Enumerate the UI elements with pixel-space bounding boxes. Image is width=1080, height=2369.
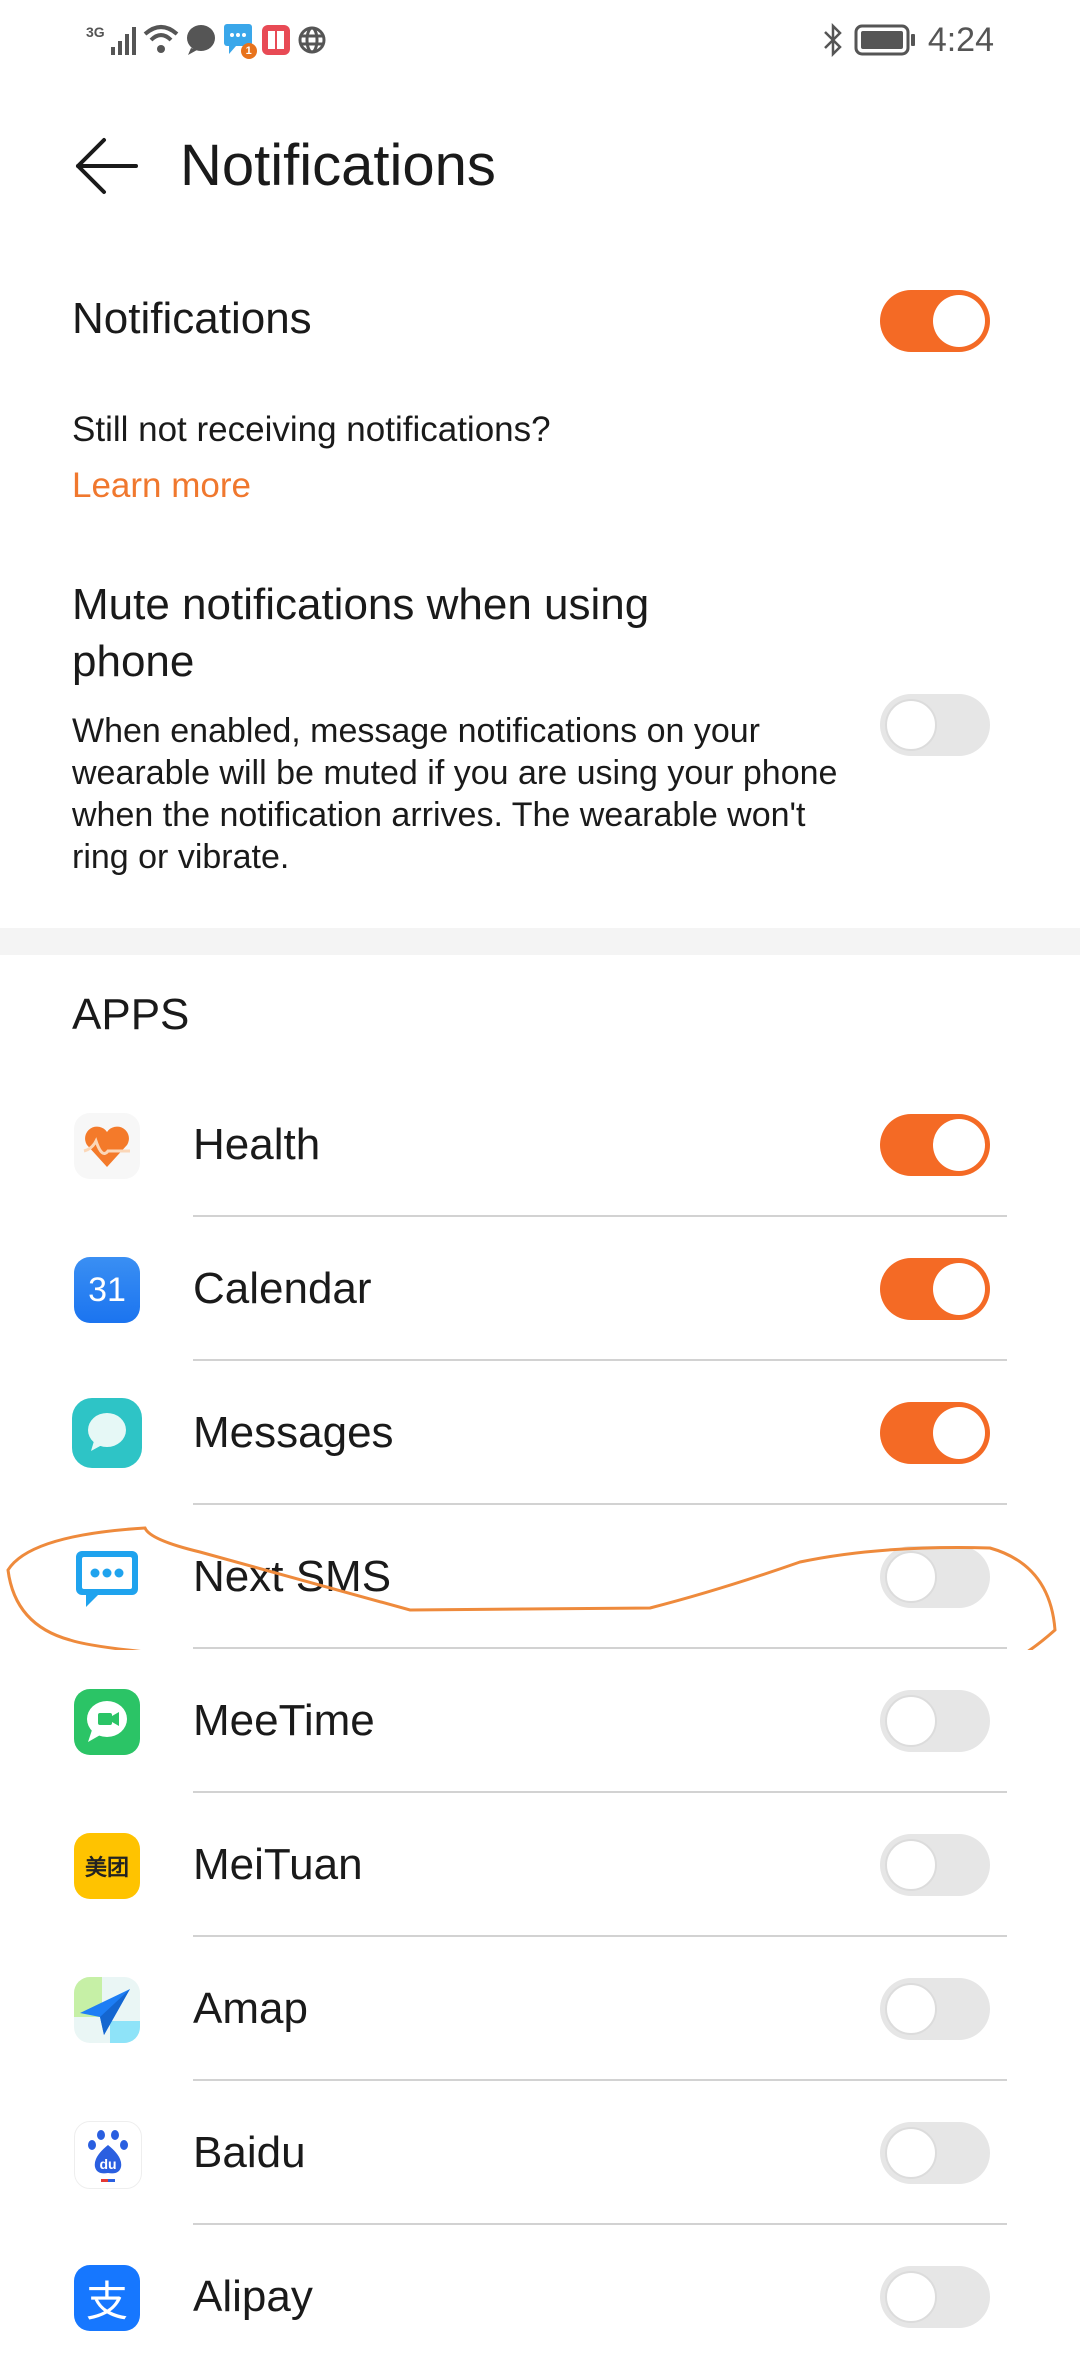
app-name: Calendar <box>193 1264 372 1313</box>
meituan-icon: 美团 <box>74 1833 140 1899</box>
messages-bubble-icon <box>72 1398 142 1468</box>
notification-badge: 1 <box>240 43 257 59</box>
mute-title: Mute notifications when using phone <box>72 576 649 690</box>
app-name: Health <box>193 1120 321 1169</box>
app-name: MeiTuan <box>193 1840 363 1889</box>
toggle-knob <box>885 2127 937 2179</box>
app-name: MeeTime <box>193 1696 375 1745</box>
notifications-label: Notifications <box>72 294 312 343</box>
app-toggle[interactable] <box>880 2122 990 2184</box>
app-row-next-sms[interactable]: Next SMS <box>0 1505 1080 1649</box>
svg-text:du: du <box>99 2156 116 2172</box>
toggle-knob <box>933 295 985 347</box>
back-button[interactable] <box>74 136 140 196</box>
toggle-knob <box>933 1407 985 1459</box>
learn-more-link[interactable]: Learn more <box>72 466 251 506</box>
toggle-knob <box>885 1839 937 1891</box>
app-row-alipay[interactable]: 支 Alipay <box>0 2225 1080 2369</box>
toggle-knob <box>885 1551 937 1603</box>
app-name: Amap <box>193 1984 308 2033</box>
toggle-knob <box>885 2271 937 2323</box>
calendar-icon: 31 <box>74 1257 140 1323</box>
app-name: Baidu <box>193 2128 306 2177</box>
app-row-health[interactable]: Health <box>0 1073 1080 1217</box>
bluetooth-icon <box>823 23 842 57</box>
baidu-icon: du <box>74 2121 142 2189</box>
next-sms-icon <box>74 1545 140 1611</box>
chat-bubble-icon <box>186 25 215 55</box>
app-name: Alipay <box>193 2272 313 2321</box>
toggle-knob <box>933 1263 985 1315</box>
apps-heading: APPS <box>72 990 190 1039</box>
app-row-calendar[interactable]: 31 Calendar <box>0 1217 1080 1361</box>
clock: 4:24 <box>927 20 994 59</box>
sms-notification-icon: 1 <box>223 23 257 59</box>
toggle-knob <box>885 1983 937 2035</box>
mute-title-line2: phone <box>72 637 195 686</box>
app-row-baidu[interactable]: du Baidu <box>0 2081 1080 2225</box>
alipay-icon: 支 <box>74 2265 140 2331</box>
app-name: Next SMS <box>193 1552 392 1601</box>
book-icon <box>261 25 290 55</box>
calendar-icon-text: 31 <box>88 1270 126 1309</box>
mute-title-line1: Mute notifications when using <box>72 580 650 629</box>
toggle-knob <box>885 699 937 751</box>
page-title: Notifications <box>180 133 496 198</box>
battery-icon <box>854 24 915 56</box>
mute-toggle[interactable] <box>880 694 990 756</box>
app-toggle[interactable] <box>880 1114 990 1176</box>
globe-icon <box>298 26 326 54</box>
amap-icon <box>74 1977 140 2043</box>
app-toggle[interactable] <box>880 1834 990 1896</box>
meituan-icon-text: 美团 <box>84 1855 129 1880</box>
app-toggle[interactable] <box>880 2266 990 2328</box>
health-heart-icon <box>74 1113 140 1179</box>
network-type: 3G <box>86 24 105 40</box>
app-toggle[interactable] <box>880 1690 990 1752</box>
app-toggle[interactable] <box>880 1978 990 2040</box>
status-bar: 3G 1 4:24 <box>0 0 1080 80</box>
app-name: Messages <box>193 1408 394 1457</box>
app-row-meituan[interactable]: 美团 MeiTuan <box>0 1793 1080 1937</box>
meetime-icon <box>74 1689 140 1755</box>
section-divider <box>0 928 1080 955</box>
app-row-messages[interactable]: Messages <box>0 1361 1080 1505</box>
notifications-toggle[interactable] <box>880 290 990 352</box>
app-toggle[interactable] <box>880 1546 990 1608</box>
wifi-icon <box>143 25 179 53</box>
mute-description: When enabled, message notifications on y… <box>72 712 838 876</box>
toggle-knob <box>933 1119 985 1171</box>
signal-icon <box>110 27 136 55</box>
app-toggle[interactable] <box>880 1258 990 1320</box>
app-toggle[interactable] <box>880 1402 990 1464</box>
help-text: Still not receiving notifications? <box>72 410 551 449</box>
toggle-knob <box>885 1695 937 1747</box>
arrow-left-icon <box>76 138 138 194</box>
app-row-amap[interactable]: Amap <box>0 1937 1080 2081</box>
app-row-meetime[interactable]: MeeTime <box>0 1649 1080 1793</box>
alipay-icon-text: 支 <box>85 2276 128 2326</box>
